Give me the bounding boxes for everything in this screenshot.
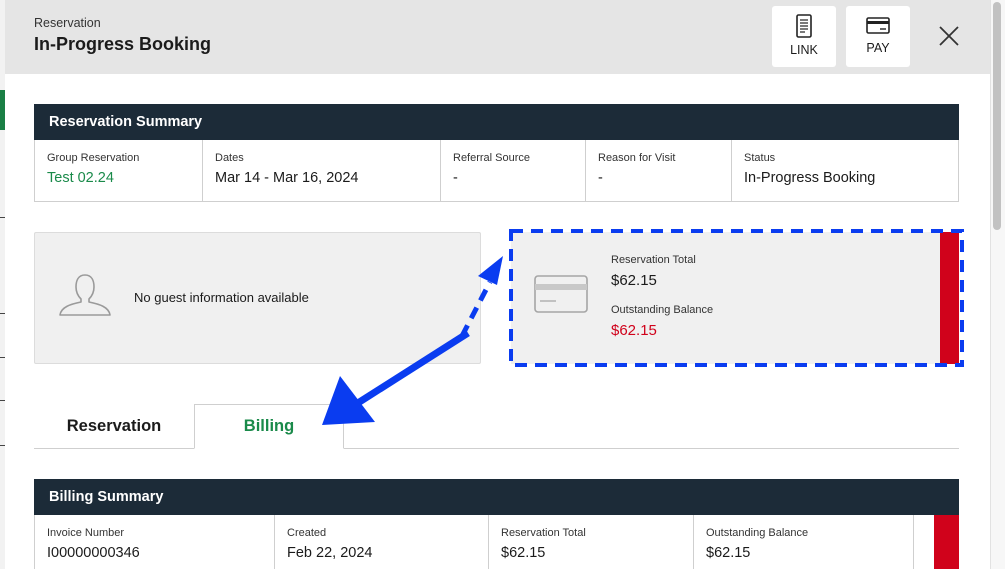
summary-label: Group Reservation <box>47 152 140 164</box>
summary-label: Status <box>744 152 776 164</box>
guest-avatar-icon <box>59 274 111 316</box>
guest-info-card: No guest information available <box>34 232 481 364</box>
pay-card-icon <box>866 17 890 34</box>
billing-cell-balance: Outstanding Balance $62.15 <box>694 515 914 569</box>
pay-button[interactable]: PAY <box>846 6 910 67</box>
link-button[interactable]: LINK <box>772 6 836 67</box>
page-title: In-Progress Booking <box>34 34 212 54</box>
reservation-totals-card: Reservation Total $62.15 Outstanding Bal… <box>511 232 959 364</box>
background-tick <box>0 400 5 401</box>
summary-cell-group: Group Reservation Test 02.24 <box>35 140 203 201</box>
outstanding-balance-value: $62.15 <box>611 322 657 339</box>
summary-value: - <box>598 170 603 186</box>
header-subtitle: Reservation <box>34 16 101 30</box>
credit-card-icon <box>534 275 588 313</box>
background-tick <box>0 313 5 314</box>
summary-cell-dates: Dates Mar 14 - Mar 16, 2024 <box>203 140 441 201</box>
summary-value: - <box>453 170 458 186</box>
reservation-modal: Reservation In-Progress Booking LINK PAY <box>0 0 1005 569</box>
annotation-dashed-arrowhead <box>478 256 503 285</box>
summary-cell-referral: Referral Source - <box>441 140 586 201</box>
summary-label: Reason for Visit <box>598 152 676 164</box>
scrollbar-thumb[interactable] <box>993 2 1001 230</box>
status-value: In-Progress Booking <box>744 170 876 186</box>
billing-summary-header: Billing Summary <box>34 479 959 515</box>
background-tick <box>0 445 5 446</box>
summary-value: Mar 14 - Mar 16, 2024 <box>215 170 359 186</box>
tab-reservation[interactable]: Reservation <box>34 404 194 449</box>
summary-cell-status: Status In-Progress Booking <box>732 140 958 201</box>
reservation-summary-grid: Group Reservation Test 02.24 Dates Mar 1… <box>34 140 959 202</box>
billing-summary-grid: Invoice Number I00000000346 Created Feb … <box>34 515 959 569</box>
billing-cell-total: Reservation Total $62.15 <box>489 515 694 569</box>
group-reservation-link[interactable]: Test 02.24 <box>47 170 190 186</box>
billing-total-value: $62.15 <box>501 545 546 561</box>
close-icon[interactable] <box>933 20 965 52</box>
balance-alert-bar <box>940 232 959 364</box>
tab-billing[interactable]: Billing <box>194 404 344 449</box>
billing-balance-value: $62.15 <box>706 545 751 561</box>
summary-label: Referral Source <box>453 152 531 164</box>
billing-label: Reservation Total <box>501 527 586 539</box>
background-tick <box>0 357 5 358</box>
background-tick <box>0 217 5 218</box>
billing-cell-invoice: Invoice Number I00000000346 <box>35 515 275 569</box>
billing-label: Invoice Number <box>47 527 125 539</box>
billing-label: Outstanding Balance <box>706 527 809 539</box>
billing-alert-bar <box>934 515 959 569</box>
background-green-accent <box>0 90 5 130</box>
summary-label: Dates <box>215 152 244 164</box>
link-button-label: LINK <box>790 43 818 57</box>
modal-header: Reservation In-Progress Booking LINK PAY <box>5 0 990 74</box>
background-page-strip <box>0 0 5 569</box>
billing-cell-created: Created Feb 22, 2024 <box>275 515 489 569</box>
no-guest-message: No guest information available <box>134 290 309 305</box>
outstanding-balance-label: Outstanding Balance <box>611 304 714 316</box>
reservation-summary-header: Reservation Summary <box>34 104 959 140</box>
reservation-total-value: $62.15 <box>611 272 657 289</box>
created-date: Feb 22, 2024 <box>287 545 373 561</box>
link-icon <box>796 14 812 38</box>
pay-button-label: PAY <box>866 41 890 55</box>
invoice-number: I00000000346 <box>47 545 140 561</box>
summary-cell-reason: Reason for Visit - <box>586 140 732 201</box>
billing-label: Created <box>287 527 327 539</box>
reservation-total-label: Reservation Total <box>611 254 696 266</box>
